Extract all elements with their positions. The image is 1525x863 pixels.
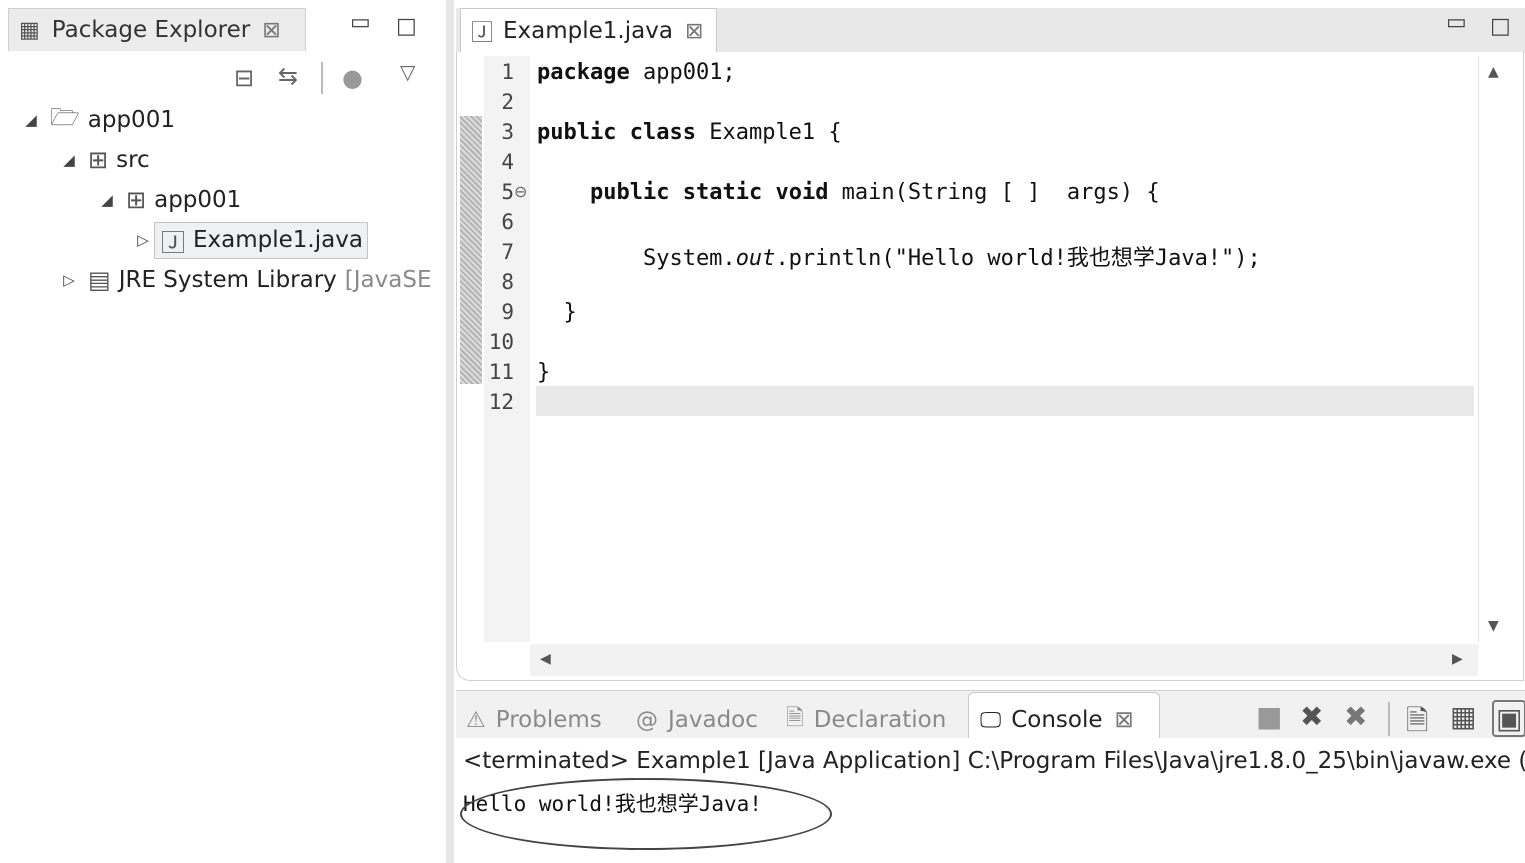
scroll-right-icon[interactable]: ▶	[1452, 651, 1463, 667]
remove-all-icon[interactable]: ✖	[1344, 700, 1367, 733]
expanded-arrow-icon[interactable]: ◢	[96, 191, 118, 209]
editor-tab-label: Example1.java	[503, 18, 673, 44]
code-line[interactable]: }	[537, 360, 550, 385]
toolbar-separator	[1388, 702, 1390, 736]
close-icon[interactable]: ⊠	[262, 18, 280, 43]
remove-launch-icon[interactable]: ✖	[1300, 700, 1323, 733]
tree-item-label: Example1.java	[193, 227, 363, 253]
console-status-line: <terminated> Example1 [Java Application]…	[463, 748, 1525, 774]
expanded-arrow-icon[interactable]: ◢	[20, 111, 42, 129]
tree-item-label: JRE System Library	[118, 267, 337, 293]
java-file-icon: 🄹	[471, 21, 494, 46]
collapse-all-icon[interactable]: ⊟	[234, 64, 254, 92]
focus-icon[interactable]: ●	[342, 64, 363, 92]
line-number: 4	[501, 150, 514, 174]
line-number: 7	[501, 240, 514, 264]
line-number: 8	[501, 270, 514, 294]
editor-area[interactable]	[456, 52, 1524, 681]
code-line[interactable]: }	[537, 300, 576, 325]
minimize-icon[interactable]: ▭	[350, 12, 371, 34]
library-version: [JavaSE	[344, 267, 432, 293]
tab-declaration[interactable]: 🗎 Declaration	[786, 702, 946, 738]
close-icon[interactable]: ⊠	[1115, 707, 1134, 733]
code-line[interactable]: public static void main(String [ ] args)…	[537, 180, 1160, 205]
expanded-arrow-icon[interactable]: ◢	[58, 151, 80, 169]
current-line-highlight	[536, 386, 1474, 416]
package-explorer-icon: ▦	[19, 17, 40, 43]
line-number: 1	[501, 60, 514, 84]
tab-problems[interactable]: ⚠ Problems	[466, 702, 602, 738]
line-number: 5	[501, 180, 514, 204]
selected-file[interactable]: 🄹 Example1.java	[154, 221, 368, 259]
toolbar-separator	[321, 62, 323, 94]
editor-tab-example1[interactable]: 🄹 Example1.java ⊠	[460, 8, 717, 53]
close-icon[interactable]: ⊠	[685, 19, 703, 44]
tree-item-src[interactable]: ◢ ⊞ src	[58, 142, 150, 178]
tab-label: Console	[1011, 707, 1103, 733]
scroll-lock-icon[interactable]: ▦	[1450, 700, 1476, 733]
tab-label: Declaration	[813, 707, 947, 733]
package-explorer-tab[interactable]: ▦ Package Explorer ⊠	[8, 8, 306, 51]
fold-icon[interactable]: ⊖	[514, 182, 527, 201]
horizontal-scrollbar[interactable]: ◀ ▶	[530, 644, 1478, 676]
package-explorer-title: Package Explorer	[51, 17, 251, 43]
line-number: 11	[488, 360, 514, 384]
pane-sash[interactable]	[446, 0, 454, 863]
code-line[interactable]: System.out.println("Hello world!我也想学Java…	[537, 240, 1261, 272]
package-icon: ⊞	[126, 186, 147, 214]
overview-ruler	[460, 116, 482, 384]
java-file-icon: 🄹	[161, 228, 185, 257]
display-console-icon[interactable]: ▣	[1492, 700, 1525, 737]
line-number: 9	[501, 300, 514, 324]
project-folder-icon: 🗁	[50, 102, 80, 131]
view-menu-icon[interactable]: ▽	[400, 60, 415, 84]
scroll-left-icon[interactable]: ◀	[540, 651, 551, 667]
tab-console[interactable]: 🖵 Console ⊠	[980, 702, 1134, 738]
line-number: 12	[488, 390, 514, 414]
console-icon: 🖵	[980, 707, 1002, 733]
line-number: 6	[501, 210, 514, 234]
line-number: 2	[501, 90, 514, 114]
highlight-oval	[460, 778, 832, 850]
minimize-icon[interactable]: ▭	[1446, 12, 1467, 34]
tree-item-package[interactable]: ◢ ⊞ app001	[96, 182, 241, 218]
javadoc-icon: @	[636, 707, 658, 733]
tree-item-label: app001	[154, 187, 242, 213]
tree-item-label: app001	[87, 107, 175, 133]
maximize-icon[interactable]: □	[396, 16, 417, 38]
tab-label: Javadoc	[668, 707, 758, 733]
terminate-icon[interactable]: ■	[1256, 700, 1282, 733]
source-folder-icon: ⊞	[88, 146, 109, 174]
collapsed-arrow-icon[interactable]: ▷	[132, 231, 154, 249]
maximize-icon[interactable]: □	[1490, 16, 1511, 38]
tab-label: Problems	[495, 707, 602, 733]
vertical-scrollbar[interactable]: ▲ ▼	[1478, 56, 1511, 642]
declaration-icon: 🗎	[786, 706, 804, 731]
link-editor-icon[interactable]: ⇆	[278, 62, 298, 90]
tab-javadoc[interactable]: @ Javadoc	[636, 702, 758, 738]
code-line[interactable]: public class Example1 {	[537, 120, 842, 145]
tree-item-library[interactable]: ▷ ▤ JRE System Library [JavaSE	[58, 262, 432, 298]
code-line[interactable]: package app001;	[537, 60, 736, 85]
tree-item-file[interactable]: ▷ 🄹 Example1.java	[132, 221, 368, 259]
collapsed-arrow-icon[interactable]: ▷	[58, 271, 80, 289]
scroll-down-icon[interactable]: ▼	[1488, 618, 1499, 634]
tree-item-project[interactable]: ◢ 🗁 app001	[20, 102, 175, 138]
problems-icon: ⚠	[466, 707, 486, 733]
line-number: 3	[501, 120, 514, 144]
tree-item-label: src	[116, 147, 150, 173]
scroll-up-icon[interactable]: ▲	[1488, 64, 1499, 80]
library-icon: ▤	[88, 266, 111, 294]
line-number: 10	[488, 330, 514, 354]
